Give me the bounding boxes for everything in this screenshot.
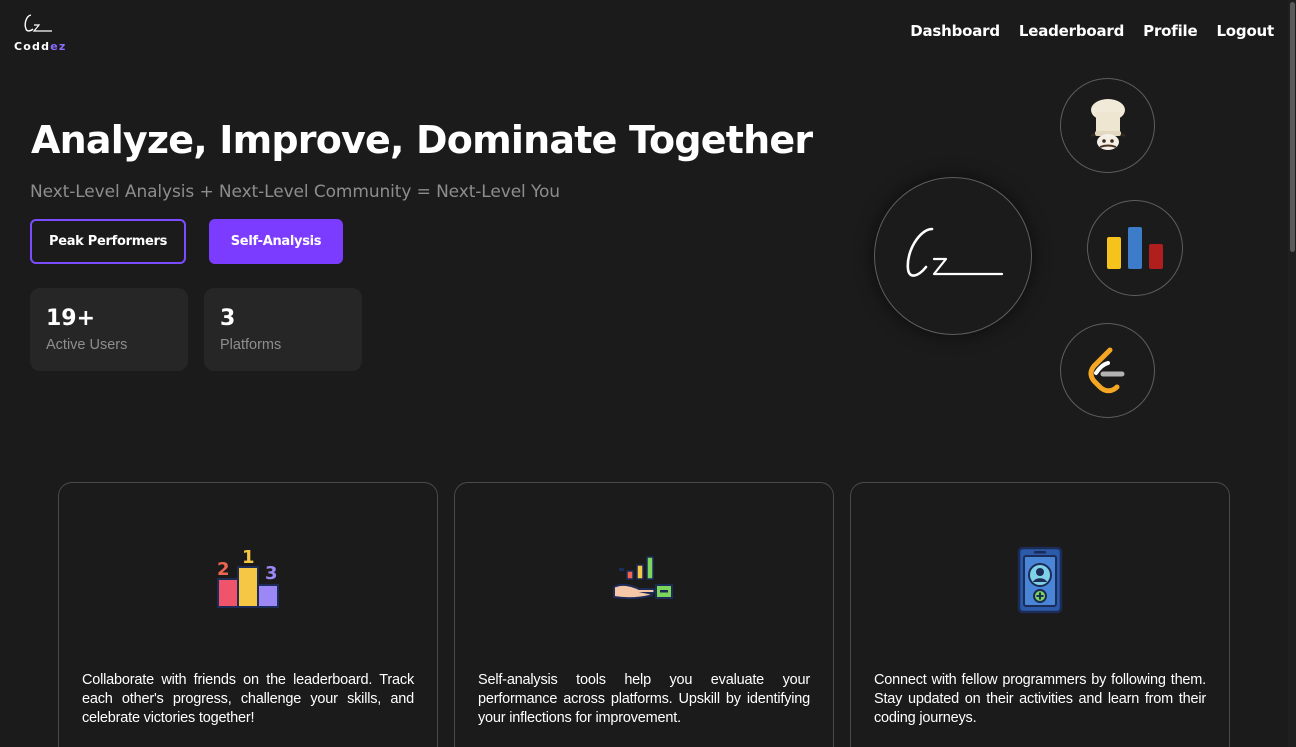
stat-card-platforms: 3 Platforms	[204, 288, 362, 371]
svg-text:3: 3	[265, 563, 278, 584]
nav-profile[interactable]: Profile	[1143, 22, 1197, 40]
feature-card-leaderboard: 2 1 3 Collaborate with friends on the le…	[58, 482, 438, 747]
leetcode-icon[interactable]	[1060, 323, 1155, 418]
feature-description: Connect with fellow programmers by follo…	[874, 672, 1206, 726]
hero-title: Analyze, Improve, Dominate Together	[31, 118, 813, 162]
cz-signature-icon	[24, 14, 52, 32]
self-analysis-button[interactable]: Self-Analysis	[209, 219, 343, 264]
svg-text:2: 2	[217, 559, 230, 580]
cz-signature-icon	[906, 227, 1004, 277]
top-nav: Dashboard Leaderboard Profile Logout	[910, 22, 1274, 40]
peak-performers-button[interactable]: Peak Performers	[30, 219, 186, 264]
growth-hand-icon	[613, 556, 673, 600]
stat-label: Active Users	[46, 337, 128, 353]
scrollbar[interactable]	[1288, 0, 1296, 747]
feature-description: Self-analysis tools help you evaluate yo…	[478, 672, 810, 726]
codeforces-icon[interactable]	[1087, 200, 1183, 296]
logo[interactable]: Coddez	[14, 12, 68, 56]
feature-card-self-analysis: Self-analysis tools help you evaluate yo…	[454, 482, 834, 747]
stat-card-users: 19+ Active Users	[30, 288, 188, 371]
feature-description: Collaborate with friends on the leaderbo…	[82, 672, 414, 726]
feature-card-connect: Connect with fellow programmers by follo…	[850, 482, 1230, 747]
scrollbar-thumb[interactable]	[1290, 2, 1295, 252]
logo-text: Coddez	[14, 40, 67, 53]
stat-value: 3	[220, 306, 236, 331]
page: Coddez Dashboard Leaderboard Profile Log…	[0, 0, 1296, 747]
follow-user-phone-icon	[1017, 546, 1063, 614]
stat-label: Platforms	[220, 337, 282, 353]
stat-value: 19+	[46, 306, 96, 331]
svg-text:1: 1	[242, 547, 255, 568]
nav-dashboard[interactable]: Dashboard	[910, 22, 1000, 40]
podium-icon: 2 1 3	[217, 547, 279, 608]
codechef-icon[interactable]	[1060, 78, 1155, 173]
hero-subtitle: Next-Level Analysis + Next-Level Communi…	[30, 182, 560, 202]
codedez-logo-circle	[874, 177, 1032, 335]
nav-leaderboard[interactable]: Leaderboard	[1019, 22, 1124, 40]
nav-logout[interactable]: Logout	[1216, 22, 1274, 40]
